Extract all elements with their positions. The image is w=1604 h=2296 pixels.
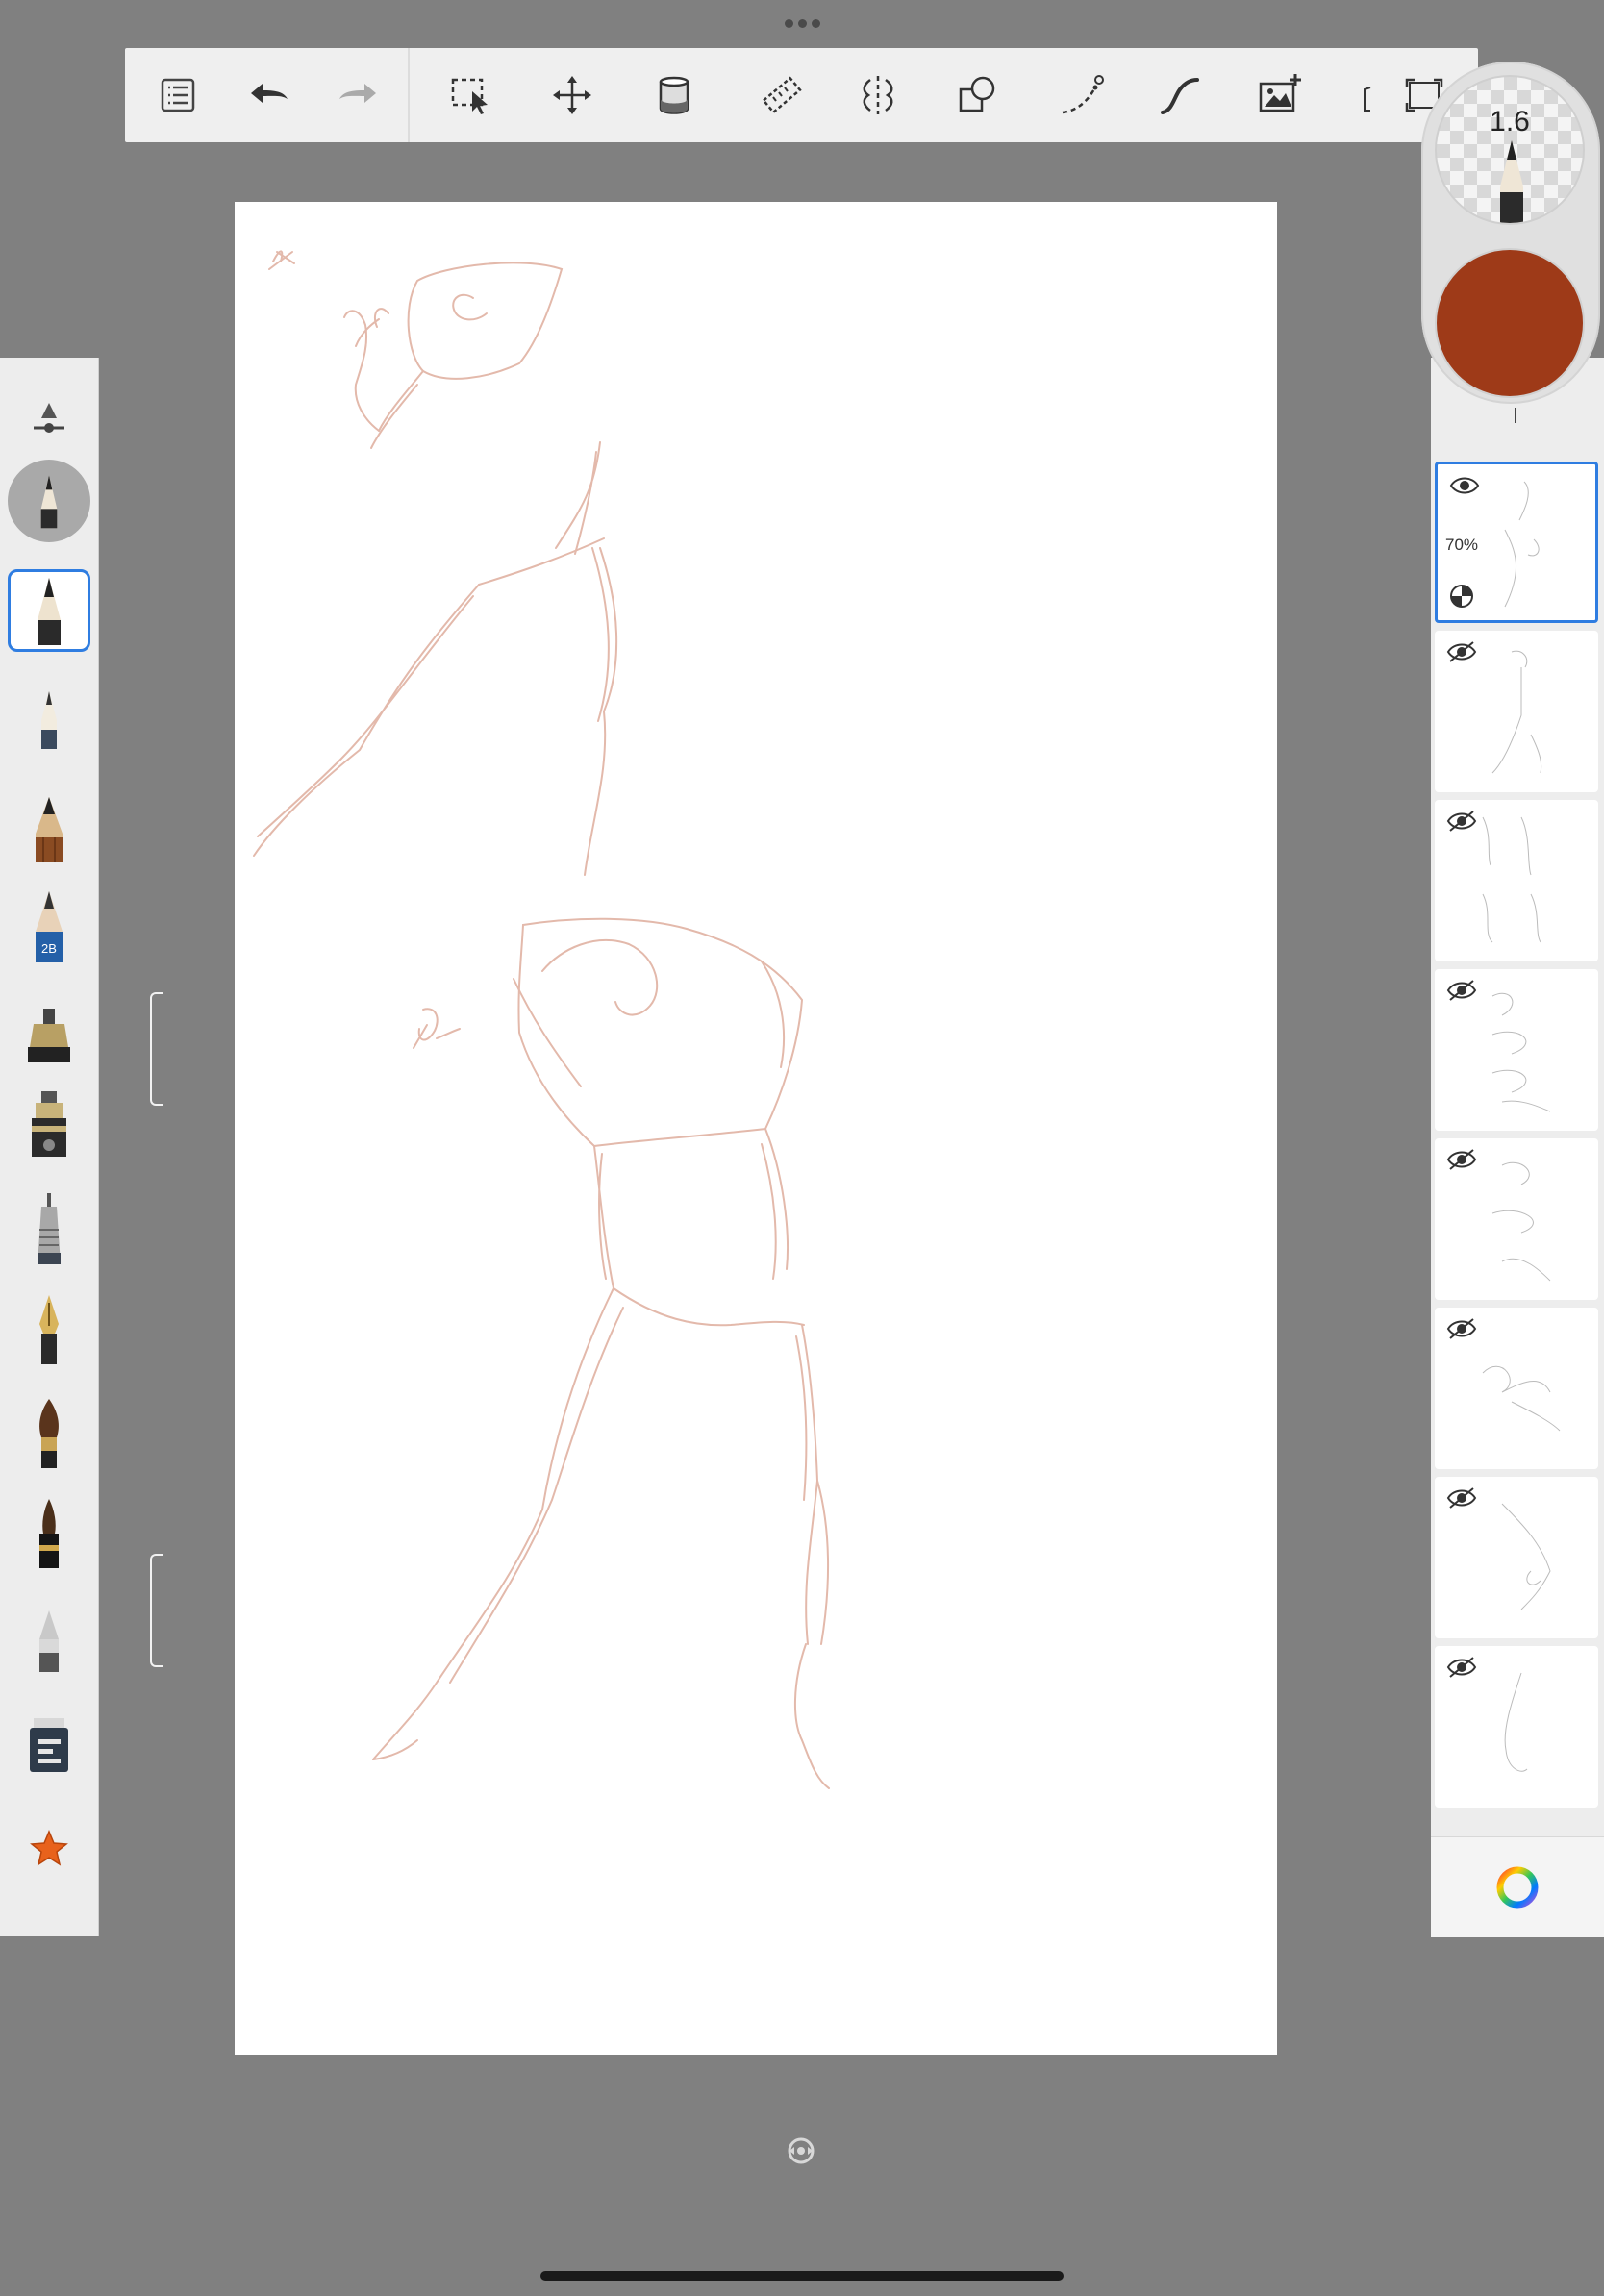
- wood-pencil-icon[interactable]: [8, 786, 90, 869]
- color-wheel-icon[interactable]: [1494, 1864, 1541, 1910]
- brush-size-value: 1.6: [1490, 106, 1530, 137]
- paintbrush-icon[interactable]: [8, 1390, 90, 1473]
- layers-list-icon[interactable]: [148, 65, 208, 125]
- left-edge-handle[interactable]: [150, 992, 163, 1106]
- brush-puck[interactable]: 1.6: [1421, 62, 1600, 404]
- layers-panel-footer: [1431, 1836, 1604, 1937]
- layer-thumbnail[interactable]: 70%: [1435, 462, 1598, 623]
- pencil-icon[interactable]: [8, 569, 90, 652]
- redo-icon[interactable]: [329, 65, 388, 125]
- curve-icon[interactable]: [1052, 65, 1112, 125]
- fill-icon[interactable]: [644, 65, 704, 125]
- marker-icon[interactable]: [8, 988, 90, 1071]
- favorites-star-icon[interactable]: [8, 1806, 90, 1888]
- undo-icon[interactable]: [238, 65, 298, 125]
- left-edge-handle[interactable]: [150, 1554, 163, 1667]
- symmetry-icon[interactable]: [848, 65, 908, 125]
- layer-sketch-thumbnail: [1504, 1672, 1528, 1772]
- brush-size-preview[interactable]: 1.6: [1435, 75, 1585, 225]
- selection-icon[interactable]: [440, 65, 500, 125]
- partial-tool-icon[interactable]: [1352, 65, 1381, 125]
- layer-sketch-thumbnail: [1491, 650, 1542, 774]
- add-image-icon[interactable]: [1250, 65, 1310, 125]
- layer-thumbnail[interactable]: [1435, 1138, 1598, 1300]
- chisel-marker-icon[interactable]: [8, 1085, 90, 1167]
- layer-sketch-thumbnail: [1504, 481, 1540, 608]
- ruler-icon[interactable]: [752, 65, 812, 125]
- layer-thumbnail[interactable]: [1435, 969, 1598, 1131]
- top-toolbar: [125, 48, 1478, 142]
- technical-pen-icon[interactable]: [8, 1188, 90, 1271]
- pencil-icon: [1500, 140, 1523, 223]
- layer-sketch-thumbnail: [1482, 816, 1541, 943]
- drawing-canvas[interactable]: [235, 202, 1277, 2055]
- canvas-rotate-icon[interactable]: [785, 2134, 817, 2167]
- ink-brush-icon[interactable]: [8, 1492, 90, 1575]
- layer-thumbnail[interactable]: [1435, 1477, 1598, 1638]
- sketch-drawing: [253, 250, 830, 1789]
- layer-thumbnail[interactable]: [1435, 631, 1598, 792]
- fountain-pen-icon[interactable]: [8, 1288, 90, 1371]
- pencil-2b-icon[interactable]: 2B: [8, 885, 90, 967]
- home-indicator[interactable]: [540, 2271, 1064, 2281]
- current-brush-icon[interactable]: [8, 460, 90, 542]
- layer-sketch-thumbnail: [1491, 1161, 1551, 1282]
- layer-sketch-thumbnail: [1491, 992, 1551, 1112]
- stroke-icon[interactable]: [1150, 65, 1210, 125]
- airbrush-icon[interactable]: [8, 1702, 90, 1784]
- layer-thumbnail[interactable]: [1435, 1646, 1598, 1808]
- layer-thumbnail[interactable]: [1435, 800, 1598, 961]
- transform-icon[interactable]: [542, 65, 602, 125]
- brush-library-panel: 2B: [0, 358, 99, 1936]
- eraser-icon[interactable]: [8, 1598, 90, 1681]
- shape-icon[interactable]: [948, 65, 1008, 125]
- puck-pointer: [1515, 408, 1516, 423]
- layer-sketch-thumbnail: [1482, 1365, 1561, 1432]
- hard-pencil-icon[interactable]: [8, 679, 90, 761]
- current-color-swatch[interactable]: [1435, 248, 1585, 398]
- pencil-2b-label: 2B: [41, 941, 57, 956]
- brush-size-slider-icon[interactable]: [8, 377, 90, 460]
- layer-thumbnail[interactable]: [1435, 1308, 1598, 1469]
- layer-sketch-thumbnail: [1501, 1503, 1551, 1610]
- toolbar-drag-handle[interactable]: [781, 13, 823, 33]
- toolbar-divider: [408, 48, 410, 142]
